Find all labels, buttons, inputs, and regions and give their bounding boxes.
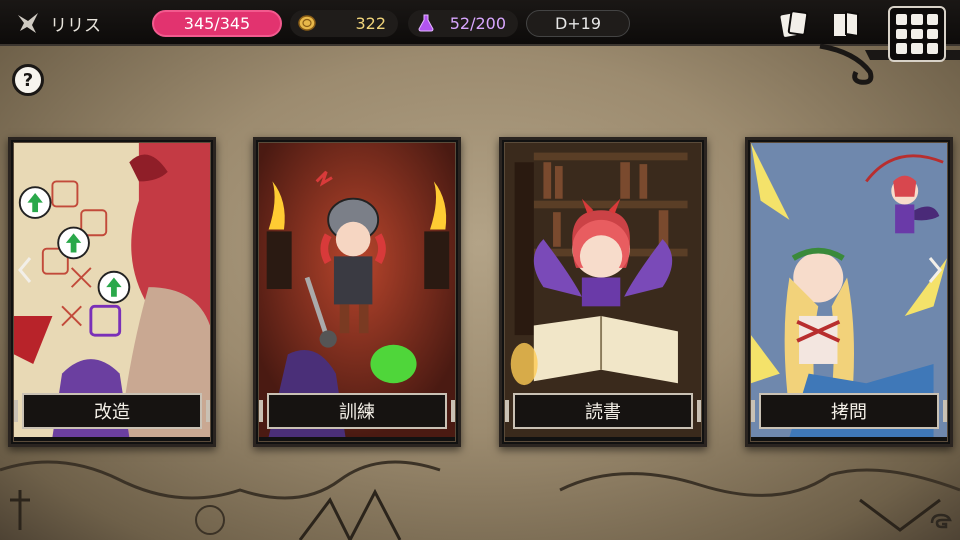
grid-cell bbox=[896, 43, 908, 54]
grid-cell bbox=[896, 14, 908, 25]
help-icon[interactable]: ? bbox=[12, 64, 44, 96]
card-frame: 読書 bbox=[504, 142, 702, 442]
cards-icon[interactable] bbox=[778, 8, 810, 40]
grid-cell bbox=[896, 28, 908, 40]
grid-cell bbox=[926, 28, 938, 40]
character-name: リリス bbox=[50, 15, 101, 36]
card-label: 拷問 bbox=[751, 393, 947, 429]
mana-value: 52/200 bbox=[449, 14, 506, 33]
grid-cell bbox=[926, 43, 938, 54]
flask-icon bbox=[418, 14, 434, 32]
card-torture[interactable]: 拷問 bbox=[745, 137, 953, 447]
watermark-logo-icon bbox=[930, 513, 952, 529]
card-label: 改造 bbox=[14, 393, 210, 429]
wing-icon bbox=[18, 13, 38, 33]
card-label: 訓練 bbox=[259, 393, 455, 429]
coin-icon bbox=[298, 15, 316, 31]
card-label: 読書 bbox=[505, 393, 701, 429]
grid-cell bbox=[926, 14, 938, 25]
gold-value: 322 bbox=[355, 14, 386, 33]
hp-value: 345/345 bbox=[183, 14, 251, 33]
grid-cell bbox=[911, 14, 923, 25]
grid-cell bbox=[911, 43, 923, 54]
card-frame: 改造 bbox=[13, 142, 211, 442]
book-icon[interactable] bbox=[830, 8, 862, 40]
card-training[interactable]: 訓練 bbox=[253, 137, 461, 447]
day-counter: D+19 bbox=[526, 10, 630, 37]
gold-display: 322 bbox=[290, 10, 398, 37]
card-frame: 訓練 bbox=[258, 142, 456, 442]
chevron-left-icon[interactable] bbox=[18, 256, 32, 284]
hp-display: 345/345 bbox=[152, 10, 282, 37]
card-modify[interactable]: 改造 bbox=[8, 137, 216, 447]
card-frame: 拷問 bbox=[750, 142, 948, 442]
player-info: リリス bbox=[16, 9, 101, 37]
grid-cell bbox=[911, 28, 923, 40]
day-value: D+19 bbox=[554, 14, 602, 33]
grid-menu-icon[interactable] bbox=[888, 6, 946, 62]
mana-display: 52/200 bbox=[408, 10, 518, 37]
chevron-right-icon[interactable] bbox=[928, 256, 942, 284]
card-reading[interactable]: 読書 bbox=[499, 137, 707, 447]
